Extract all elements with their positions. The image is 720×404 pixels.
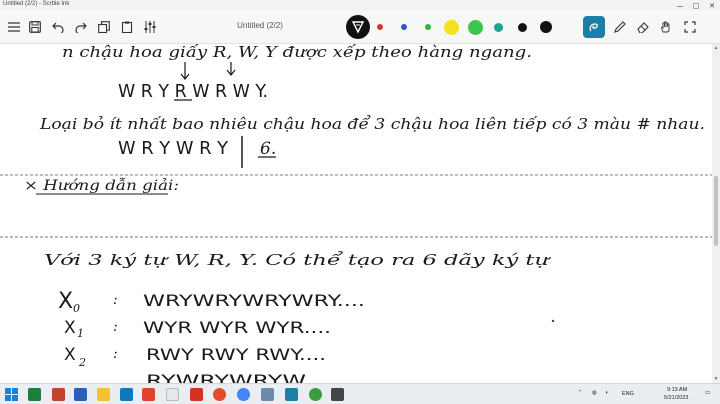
pen-color-black-medium[interactable] [518, 23, 527, 32]
x2-colon: : [113, 346, 118, 362]
app-icon-dark[interactable] [331, 388, 344, 401]
excel-app-icon[interactable] [28, 388, 41, 401]
redo-icon[interactable] [71, 17, 91, 37]
chrome-browser-icon[interactable] [237, 388, 250, 401]
pencil-edit-icon[interactable] [610, 17, 630, 37]
note-line-1: n chậu hoa giấy R, W, Y được xếp theo hà… [62, 44, 532, 61]
x2-label: X [64, 345, 76, 365]
copy-icon[interactable] [94, 17, 114, 37]
volume-icon[interactable]: ◖ [605, 390, 608, 396]
x2-value: RWY RWY RWY.... [146, 345, 326, 364]
eraser-icon[interactable] [633, 17, 653, 37]
minimize-button[interactable]: — [672, 0, 688, 11]
x0-colon: : [113, 292, 118, 308]
scroll-up-icon[interactable]: ▲ [713, 45, 719, 51]
undo-icon[interactable] [48, 17, 68, 37]
annotation-r: R [179, 44, 188, 45]
note-line-6: Với 3 ký tự W, R, Y. Có thể tạo ra 6 dãy… [44, 251, 551, 269]
note-line-5: × Hướng dẫn giải: [24, 177, 179, 194]
powerpoint-app-icon[interactable] [52, 388, 65, 401]
arrow-r-icon [180, 62, 190, 80]
lasso-icon[interactable] [583, 16, 605, 38]
note-line-2: W R Y R W R W Y. [118, 81, 268, 102]
pen-color-blue[interactable] [401, 24, 407, 30]
ink-dot [551, 319, 555, 323]
pen-color-black-large[interactable] [540, 21, 552, 33]
highlighter-yellow[interactable] [444, 20, 459, 35]
scrollbar-thumb[interactable] [714, 176, 718, 246]
arrow-w-icon [226, 62, 236, 76]
app-icon-green[interactable] [309, 388, 322, 401]
acrobat-icon[interactable] [190, 388, 203, 401]
x2-subscript: 2 [78, 356, 86, 369]
save-icon[interactable] [25, 17, 45, 37]
title-bar: Untitled (2/2) - Scrble Ink — □ ✕ [0, 0, 720, 11]
x1-value: WYR WYR WYR.... [143, 318, 331, 337]
chrome-like-icon[interactable] [213, 388, 226, 401]
paste-icon[interactable] [117, 17, 137, 37]
window-controls: — □ ✕ [672, 0, 720, 11]
window-title: Untitled (2/2) - Scrble Ink [3, 1, 70, 7]
edge-browser-icon[interactable] [120, 388, 133, 401]
vertical-scrollbar[interactable]: ▲ ▼ [712, 44, 720, 383]
scroll-down-icon[interactable]: ▼ [713, 376, 719, 382]
network-icon[interactable]: ◍ [592, 390, 597, 396]
pen-color-teal[interactable] [494, 23, 503, 32]
notepad-icon[interactable] [166, 388, 179, 401]
annotation-w: W [227, 44, 238, 45]
note-line-3: Loại bỏ ít nhất bao nhiêu chậu hoa để 3 … [39, 115, 705, 133]
pen-color-red[interactable] [377, 24, 383, 30]
fullscreen-icon[interactable] [680, 17, 700, 37]
x1-subscript: 1 [77, 327, 84, 340]
clock-time[interactable]: 9:13 AM [667, 387, 687, 393]
x1-label: X [64, 318, 76, 338]
x1-colon: : [113, 319, 118, 335]
highlighter-green[interactable] [468, 20, 483, 35]
document-title: Untitled (2/2) [237, 21, 283, 30]
note-line-4: W R Y W R Y [118, 138, 229, 159]
menu-icon[interactable] [4, 17, 24, 37]
close-button[interactable]: ✕ [704, 0, 720, 11]
clock-date[interactable]: 5/21/2023 [664, 395, 688, 401]
settings-sliders-icon[interactable] [140, 17, 160, 37]
ink-canvas[interactable]: n chậu hoa giấy R, W, Y được xếp theo hà… [0, 44, 712, 383]
x3-value: RYWRYWRYW... [146, 371, 326, 383]
x0-value: WRYWRYWRYWRY.... [143, 291, 365, 310]
toolbar: Untitled (2/2) [0, 11, 720, 44]
scrble-ink-icon[interactable] [285, 388, 298, 401]
note-line-4-answer: 6. [260, 139, 276, 159]
notifications-icon[interactable]: ▭ [705, 390, 710, 396]
hand-pan-icon[interactable] [656, 17, 676, 37]
windows-start-icon[interactable] [5, 388, 18, 401]
word-app-icon[interactable] [74, 388, 87, 401]
file-explorer-icon[interactable] [97, 388, 110, 401]
x0-subscript: 0 [73, 302, 80, 315]
photos-icon[interactable] [261, 388, 274, 401]
language-indicator[interactable]: ENG [622, 391, 634, 397]
x0-label: X [58, 289, 73, 314]
maximize-button[interactable]: □ [688, 0, 704, 11]
pen-color-green[interactable] [425, 24, 431, 30]
pen-tool-icon[interactable] [346, 15, 370, 39]
tray-chevron-icon[interactable]: ⌃ [578, 390, 583, 396]
handwriting-layer: n chậu hoa giấy R, W, Y được xếp theo hà… [0, 44, 712, 383]
app-icon-red[interactable] [142, 388, 155, 401]
taskbar: ⌃ ◍ ◖ ENG 9:13 AM 5/21/2023 ▭ [0, 383, 720, 404]
